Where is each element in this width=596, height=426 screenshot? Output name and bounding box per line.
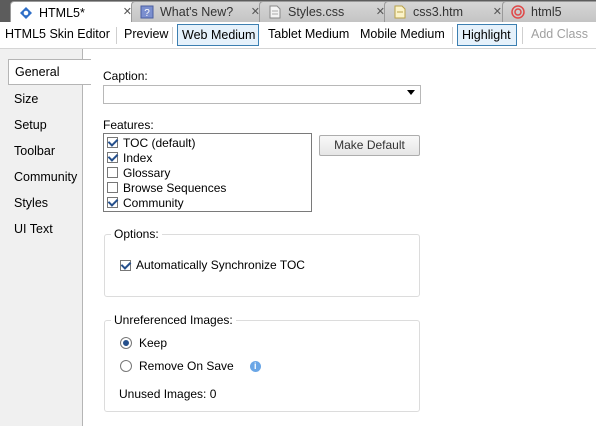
checkbox[interactable] — [107, 197, 118, 208]
svg-text:?: ? — [144, 8, 150, 19]
feature-item-browse-sequences[interactable]: Browse Sequences — [107, 180, 226, 195]
nav-item-styles[interactable]: Styles — [8, 192, 48, 214]
editor-title: HTML5 Skin Editor — [5, 27, 110, 41]
tab-css3-htm[interactable]: css3.htm ✕ — [384, 1, 509, 22]
stylesheet-icon — [269, 5, 281, 19]
checkbox[interactable] — [107, 167, 118, 178]
tab-html5-target[interactable]: html5 — [502, 1, 596, 22]
html-file-icon — [394, 5, 406, 19]
tab-label: HTML5* — [39, 5, 85, 20]
tablet-medium-toggle[interactable]: Tablet Medium — [264, 24, 353, 46]
tab-label: What's New? — [160, 5, 234, 19]
add-class-button[interactable]: Add Class — [527, 24, 592, 46]
web-medium-toggle[interactable]: Web Medium — [177, 24, 259, 46]
keep-radio[interactable] — [120, 337, 132, 349]
feature-item-community[interactable]: Community — [107, 195, 184, 210]
info-icon[interactable]: i — [249, 360, 261, 372]
mobile-medium-toggle[interactable]: Mobile Medium — [356, 24, 449, 46]
editor-toolbar: HTML5 Skin Editor Preview Web Medium Tab… — [0, 22, 596, 49]
toolbar-separator — [116, 27, 117, 44]
preview-button[interactable]: Preview — [120, 24, 172, 46]
remove-on-save-option[interactable]: Remove On Save i — [120, 359, 261, 373]
feature-label: Glossary — [123, 165, 171, 180]
help-topic-icon: ? — [140, 5, 154, 19]
feature-label: Index — [123, 150, 153, 165]
features-list: TOC (default) Index Glossary Browse Sequ… — [103, 133, 312, 212]
keep-option[interactable]: Keep — [120, 336, 167, 350]
feature-item-glossary[interactable]: Glossary — [107, 165, 170, 180]
options-title: Options: — [111, 227, 162, 241]
remove-on-save-label: Remove On Save — [139, 359, 234, 373]
nav-item-ui-text[interactable]: UI Text — [8, 218, 53, 240]
make-default-button[interactable]: Make Default — [319, 135, 420, 156]
nav-item-community[interactable]: Community — [8, 166, 77, 188]
unreferenced-images-group: Unreferenced Images: Keep Remove On Save… — [104, 313, 420, 412]
tab-styles-css[interactable]: Styles.css ✕ — [259, 1, 392, 22]
target-icon — [511, 5, 525, 19]
feature-item-toc[interactable]: TOC (default) — [107, 135, 195, 150]
nav-item-general[interactable]: General — [8, 59, 91, 85]
auto-sync-checkbox[interactable] — [120, 259, 131, 271]
unused-images-count: Unused Images: 0 — [119, 387, 217, 401]
options-group: Options: Automatically Synchronize TOC — [104, 227, 420, 297]
feature-label: Browse Sequences — [123, 180, 227, 195]
feature-label: Community — [123, 195, 184, 210]
caption-combo[interactable] — [103, 85, 421, 104]
remove-on-save-radio[interactable] — [120, 360, 132, 372]
checkbox[interactable] — [107, 137, 118, 148]
section-nav: General Size Setup Toolbar Community Sty… — [0, 49, 91, 426]
unreferenced-images-title: Unreferenced Images: — [111, 313, 236, 327]
checkbox[interactable] — [107, 182, 118, 193]
feature-label: TOC (default) — [123, 135, 196, 150]
tab-label: css3.htm — [413, 5, 464, 19]
tab-whats-new[interactable]: ? What's New? ✕ — [131, 1, 267, 22]
nav-item-setup[interactable]: Setup — [8, 114, 47, 136]
chevron-down-icon[interactable] — [407, 90, 415, 95]
features-label: Features: — [103, 118, 154, 132]
nav-item-toolbar[interactable]: Toolbar — [8, 140, 55, 162]
tab-label: Styles.css — [288, 5, 345, 19]
general-settings-panel: Caption: Features: TOC (default) Index G… — [82, 49, 596, 426]
tab-html5[interactable]: HTML5* ✕ — [10, 1, 139, 23]
close-icon[interactable]: ✕ — [493, 5, 502, 18]
toolbar-separator — [172, 27, 173, 44]
toolbar-separator — [522, 27, 523, 44]
feature-item-index[interactable]: Index — [107, 150, 152, 165]
document-tab-strip: HTML5* ✕ ? What's New? ✕ Styles.css ✕ cs… — [0, 0, 596, 23]
tab-label: html5 — [531, 5, 562, 19]
auto-sync-toc-option[interactable]: Automatically Synchronize TOC — [120, 258, 305, 272]
toolbar-separator — [452, 27, 453, 44]
nav-item-size[interactable]: Size — [8, 88, 38, 110]
checkbox[interactable] — [107, 152, 118, 163]
html5-skin-icon — [20, 6, 32, 19]
keep-label: Keep — [139, 336, 168, 350]
caption-label: Caption: — [103, 69, 148, 83]
highlight-toggle[interactable]: Highlight — [457, 24, 517, 46]
auto-sync-label: Automatically Synchronize TOC — [136, 258, 305, 272]
